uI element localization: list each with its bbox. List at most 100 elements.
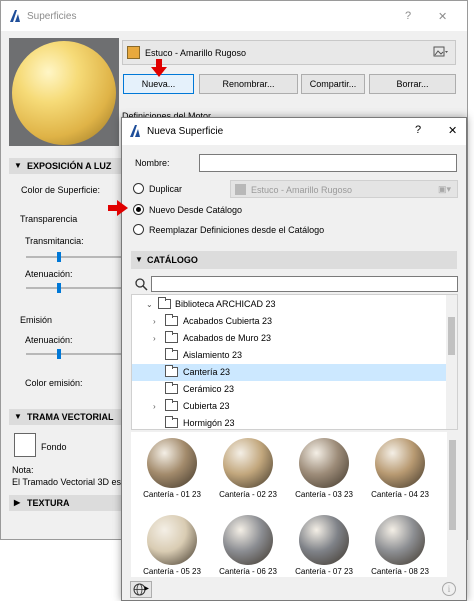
- duplicate-radio[interactable]: [133, 183, 144, 194]
- material-swatch-ball: [223, 438, 273, 488]
- vector-hatch-section-header[interactable]: ▼ TRAMA VECTORIAL: [9, 409, 123, 425]
- material-swatch-ball: [223, 515, 273, 565]
- collapsed-chevron-icon: ›: [153, 334, 156, 343]
- material-thumbnail[interactable]: Cantería - 04 23: [363, 435, 437, 505]
- surfaces-titlebar: Superficies ? ✕: [1, 1, 467, 31]
- tree-item-masonry[interactable]: Cantería 23: [132, 364, 447, 381]
- material-thumbnail[interactable]: Cantería - 05 23: [135, 512, 209, 577]
- tree-item-roof-finishes[interactable]: › Acabados Cubierta 23: [132, 313, 447, 330]
- light-exposure-section-header[interactable]: ▼ EXPOSICIÓN A LUZ: [9, 158, 123, 174]
- fill-name: Fondo: [41, 442, 67, 452]
- replace-radio[interactable]: [133, 224, 144, 235]
- tree-item-concrete[interactable]: Hormigón 23: [132, 415, 447, 429]
- globe-button[interactable]: ▶: [130, 581, 152, 598]
- dialog-titlebar: Nueva Superficie ? ✕: [122, 118, 466, 145]
- folder-icon: [165, 382, 178, 394]
- surfaces-window-title: Superficies: [27, 11, 77, 22]
- expanded-chevron-icon: ⌄: [146, 300, 153, 309]
- material-swatch-ball: [299, 515, 349, 565]
- tree-item-label: Aislamiento 23: [183, 350, 243, 360]
- from-catalog-radio[interactable]: [133, 204, 144, 215]
- name-input[interactable]: [199, 154, 457, 172]
- emission-label: Emisión: [20, 315, 53, 325]
- info-icon[interactable]: i: [442, 582, 456, 596]
- collapse-triangle-icon: ▼: [135, 255, 143, 264]
- tree-item-archicad-library[interactable]: ⌄ Biblioteca ARCHICAD 23: [132, 296, 447, 313]
- transmittance-slider[interactable]: [57, 252, 61, 262]
- emission-slider-track: [26, 353, 121, 355]
- red-arrow-right-icon: [108, 200, 128, 216]
- tree-item-label: Hormigón 23: [183, 418, 235, 428]
- new-surface-button[interactable]: Nueva...: [123, 74, 194, 94]
- material-thumbnail[interactable]: Cantería - 03 23: [287, 435, 361, 505]
- emission-attenuation-label: Atenuación:: [25, 335, 73, 345]
- tree-scrollbar-thumb[interactable]: [448, 317, 455, 355]
- attenuation-slider[interactable]: [57, 283, 61, 293]
- collapsed-chevron-icon: ›: [153, 317, 156, 326]
- tree-item-ceramic[interactable]: Cerámico 23: [132, 381, 447, 398]
- attenuation-label: Atenuación:: [25, 269, 73, 279]
- gallery-scrollbar[interactable]: [447, 432, 458, 577]
- duplicate-source-swatch: [235, 184, 246, 195]
- material-name: Estuco - Amarillo Rugoso: [145, 48, 247, 58]
- dialog-help-button[interactable]: ?: [415, 124, 421, 136]
- duplicate-label: Duplicar: [149, 184, 183, 194]
- share-button[interactable]: Compartir...: [301, 74, 365, 94]
- note-label: Nota:: [12, 465, 34, 475]
- transmittance-slider-track: [26, 256, 121, 258]
- material-swatch-ball: [147, 515, 197, 565]
- catalog-tree: ⌄ Biblioteca ARCHICAD 23 › Acabados Cubi…: [131, 294, 458, 430]
- folder-icon: [165, 348, 178, 360]
- folder-icon: [158, 297, 171, 309]
- material-thumbnail-label: Cantería - 08 23: [371, 567, 429, 576]
- replace-label: Reemplazar Definiciones desde el Catálog…: [149, 225, 325, 235]
- delete-button[interactable]: Borrar...: [369, 74, 456, 94]
- material-selector[interactable]: Estuco - Amarillo Rugoso: [122, 40, 456, 65]
- catalog-section-header[interactable]: ▼ CATÁLOGO: [131, 251, 457, 269]
- material-thumbnail[interactable]: Cantería - 07 23: [287, 512, 361, 577]
- tree-item-insulation[interactable]: Aislamiento 23: [132, 347, 447, 364]
- rename-button[interactable]: Renombrar...: [199, 74, 298, 94]
- material-thumbnail[interactable]: Cantería - 01 23: [135, 435, 209, 505]
- fill-swatch[interactable]: [14, 433, 36, 457]
- surface-color-label: Color de Superficie:: [21, 185, 101, 195]
- close-button[interactable]: ✕: [438, 10, 447, 23]
- tree-item-wall-finishes[interactable]: › Acabados de Muro 23: [132, 330, 447, 347]
- image-picker-icon[interactable]: [433, 45, 449, 59]
- material-thumbnail-label: Cantería - 01 23: [143, 490, 201, 499]
- image-picker-icon: ▣▾: [437, 184, 451, 194]
- catalog-search-input[interactable]: [151, 276, 458, 292]
- help-button[interactable]: ?: [405, 10, 411, 22]
- emission-attenuation-slider[interactable]: [57, 349, 61, 359]
- archicad-app-icon: [130, 125, 140, 137]
- search-icon: [135, 278, 148, 291]
- tree-item-roofing[interactable]: › Cubierta 23: [132, 398, 447, 415]
- vector-hatch-title: TRAMA VECTORIAL: [27, 412, 114, 422]
- material-swatch-ball: [299, 438, 349, 488]
- tree-scrollbar[interactable]: [446, 295, 457, 429]
- transmittance-label: Transmitancia:: [25, 236, 84, 246]
- folder-icon: [165, 399, 178, 411]
- new-surface-dialog: Nueva Superficie ? ✕ Nombre: Duplicar Es…: [121, 117, 467, 601]
- name-label: Nombre:: [135, 158, 170, 168]
- tree-item-label: Cerámico 23: [183, 384, 235, 394]
- collapse-triangle-icon: ▼: [14, 161, 22, 170]
- material-preview-sphere: [12, 41, 116, 145]
- dialog-close-button[interactable]: ✕: [448, 124, 457, 137]
- tree-item-label: Cubierta 23: [183, 401, 230, 411]
- tree-item-label: Biblioteca ARCHICAD 23: [175, 299, 276, 309]
- note-text: El Tramado Vectorial 3D es f: [12, 477, 127, 487]
- material-swatch: [127, 46, 140, 59]
- tree-item-label: Acabados Cubierta 23: [183, 316, 273, 326]
- material-thumbnail-label: Cantería - 02 23: [219, 490, 277, 499]
- dialog-bottom-bar: ▶ i: [122, 578, 466, 600]
- material-thumbnail[interactable]: Cantería - 06 23: [211, 512, 285, 577]
- tree-item-label: Acabados de Muro 23: [183, 333, 272, 343]
- gallery-scrollbar-thumb[interactable]: [449, 440, 456, 530]
- material-thumbnail[interactable]: Cantería - 08 23: [363, 512, 437, 577]
- texture-section-header[interactable]: ▶ TEXTURA: [9, 495, 123, 511]
- dialog-title: Nueva Superficie: [147, 126, 224, 137]
- material-thumbnail-label: Cantería - 05 23: [143, 567, 201, 576]
- material-thumbnail[interactable]: Cantería - 02 23: [211, 435, 285, 505]
- duplicate-source-name: Estuco - Amarillo Rugoso: [251, 185, 353, 195]
